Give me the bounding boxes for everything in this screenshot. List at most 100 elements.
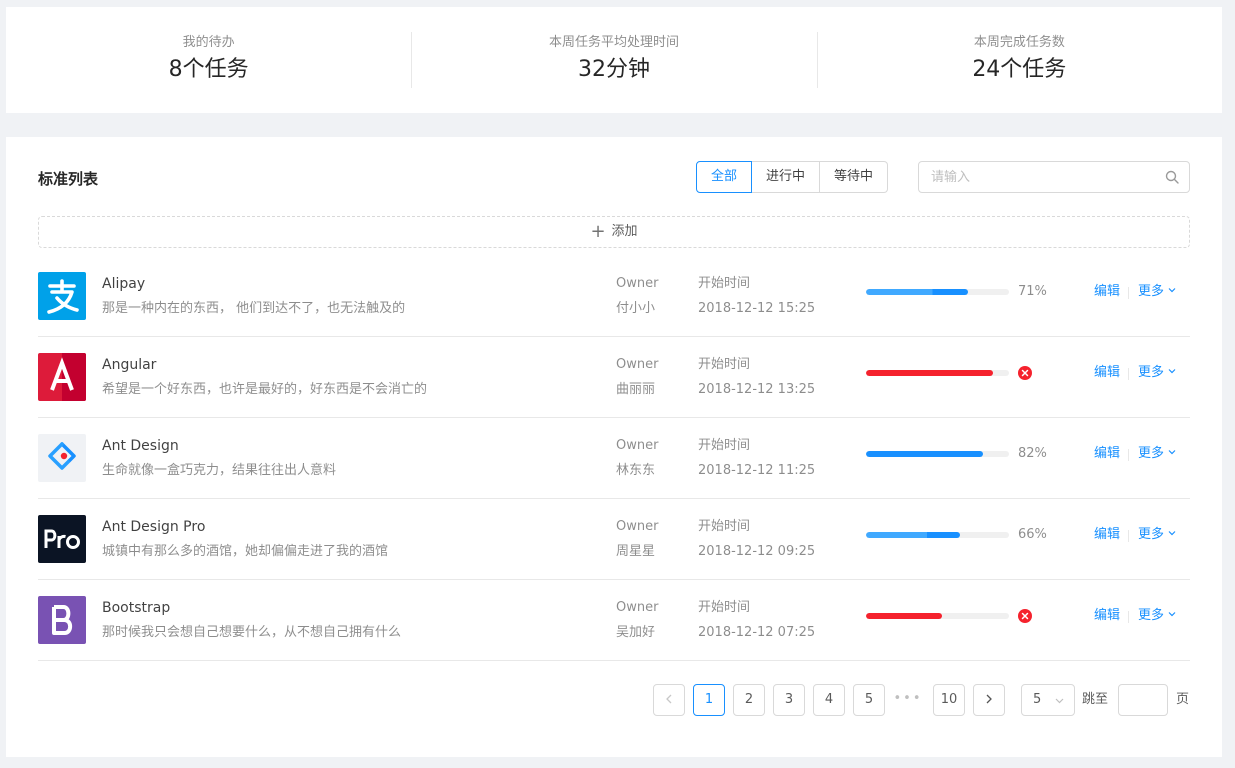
stat-label: 本周完成任务数	[973, 35, 1065, 50]
stat-value: 24个任务	[972, 57, 1067, 82]
ant-design-pro-logo-icon	[38, 515, 86, 563]
list-item: Ant Design Pro 城镇中有那么多的酒馆，她却偏偏走进了我的酒馆 Ow…	[38, 499, 1190, 580]
owner-name: 付小小	[616, 301, 656, 316]
more-label: 更多	[1138, 446, 1165, 461]
filter-in-progress-button[interactable]: 进行中	[752, 161, 821, 193]
item-title[interactable]: Angular	[102, 355, 156, 375]
edit-link[interactable]: 编辑	[1094, 363, 1120, 383]
more-dropdown[interactable]: 更多	[1138, 282, 1176, 302]
start-time-value: 2018-12-12 09:25	[698, 544, 816, 559]
edit-link[interactable]: 编辑	[1094, 282, 1120, 302]
action-divider	[1128, 368, 1129, 380]
progress-fill	[866, 370, 994, 376]
edit-link[interactable]: 编辑	[1094, 444, 1120, 464]
edit-link[interactable]: 编辑	[1094, 606, 1120, 626]
progress-bar	[866, 532, 1009, 538]
start-time-value: 2018-12-12 15:25	[698, 301, 816, 316]
start-time-label: 开始时间	[698, 519, 751, 534]
item-description: 生命就像一盒巧克力，结果往往出人意料	[102, 463, 337, 478]
stat-my-todo: 我的待办 8个任务	[6, 32, 411, 88]
more-label: 更多	[1138, 608, 1165, 623]
more-dropdown[interactable]: 更多	[1138, 444, 1176, 464]
more-label: 更多	[1138, 365, 1165, 380]
page-1-button[interactable]: 1	[693, 684, 725, 716]
action-divider	[1128, 449, 1129, 461]
page-size-value: 5	[1033, 692, 1042, 707]
page-3-button[interactable]: 3	[773, 684, 805, 716]
progress-bar	[866, 289, 1009, 295]
stat-value: 32分钟	[577, 57, 650, 82]
start-time-label: 开始时间	[698, 438, 751, 453]
start-time-label: 开始时间	[698, 600, 751, 615]
owner-name: 吴加好	[616, 625, 656, 640]
page-5-button[interactable]: 5	[853, 684, 885, 716]
chevron-down-icon	[1055, 698, 1064, 704]
item-list: Alipay 那是一种内在的东西， 他们到达不了，也无法触及的 Owner 付小…	[38, 256, 1190, 661]
progress-bar	[866, 370, 1009, 376]
stats-card: 我的待办 8个任务 本周任务平均处理时间 32分钟 本周完成任务数 24个任务	[6, 7, 1222, 113]
owner-name: 曲丽丽	[616, 382, 656, 397]
pagination: 1 2 3 4 5 ••• 10 5 跳至 页	[6, 684, 1222, 716]
page-10-button[interactable]: 10	[933, 684, 965, 716]
progress-fill	[866, 532, 961, 538]
list-item: Bootstrap 那时候我只会想自己想要什么，从不想自己拥有什么 Owner …	[38, 580, 1190, 661]
angular-logo-icon	[38, 353, 86, 401]
search-input[interactable]	[919, 162, 1149, 192]
search-icon[interactable]	[1165, 170, 1179, 184]
owner-label: Owner	[616, 600, 659, 615]
action-divider	[1128, 530, 1129, 542]
error-circle-icon	[1018, 366, 1032, 380]
more-dropdown[interactable]: 更多	[1138, 525, 1176, 545]
progress-percent: 66%	[1018, 527, 1047, 542]
stat-value: 8个任务	[168, 57, 249, 82]
owner-label: Owner	[616, 276, 659, 291]
chevron-left-icon	[666, 694, 672, 704]
search-box	[918, 161, 1190, 193]
start-time-label: 开始时间	[698, 357, 751, 372]
page-2-button[interactable]: 2	[733, 684, 765, 716]
next-page-button[interactable]	[973, 684, 1005, 716]
filter-waiting-button[interactable]: 等待中	[820, 161, 889, 193]
chevron-down-icon	[1168, 369, 1176, 374]
edit-link[interactable]: 编辑	[1094, 525, 1120, 545]
owner-name: 周星星	[616, 544, 656, 559]
ant-design-logo-icon	[38, 434, 86, 482]
item-title[interactable]: Bootstrap	[102, 598, 170, 618]
add-item-button[interactable]: + 添加	[38, 216, 1190, 248]
prev-page-button[interactable]	[653, 684, 685, 716]
stat-label: 本周任务平均处理时间	[548, 35, 679, 50]
stat-completed: 本周完成任务数 24个任务	[816, 32, 1222, 88]
more-dropdown[interactable]: 更多	[1138, 363, 1176, 383]
item-description: 那是一种内在的东西， 他们到达不了，也无法触及的	[102, 301, 406, 316]
owner-name: 林东东	[616, 463, 656, 478]
chevron-down-icon	[1168, 612, 1176, 617]
jump-next-ellipsis[interactable]: •••	[892, 684, 924, 716]
start-time-value: 2018-12-12 13:25	[698, 382, 816, 397]
start-time-value: 2018-12-12 11:25	[698, 463, 816, 478]
chevron-down-icon	[1168, 450, 1176, 455]
list-item: Alipay 那是一种内在的东西， 他们到达不了，也无法触及的 Owner 付小…	[38, 256, 1190, 337]
action-divider	[1128, 287, 1129, 299]
item-title[interactable]: Alipay	[102, 274, 145, 294]
progress-percent: 82%	[1018, 446, 1047, 461]
start-time-label: 开始时间	[698, 276, 751, 291]
list-item: Ant Design 生命就像一盒巧克力，结果往往出人意料 Owner 林东东 …	[38, 418, 1190, 499]
filter-all-button[interactable]: 全部	[696, 161, 753, 193]
chevron-down-icon	[1168, 288, 1176, 293]
owner-label: Owner	[616, 519, 659, 534]
status-filter-group: 全部 进行中 等待中	[696, 161, 889, 193]
jump-to-input[interactable]	[1118, 684, 1168, 716]
owner-label: Owner	[616, 357, 659, 372]
page-suffix-label: 页	[1176, 692, 1190, 707]
item-title[interactable]: Ant Design	[102, 436, 179, 456]
item-description: 那时候我只会想自己想要什么，从不想自己拥有什么	[102, 625, 402, 640]
list-title: 标准列表	[38, 170, 99, 188]
page-size-select[interactable]: 5	[1021, 684, 1075, 716]
page-4-button[interactable]: 4	[813, 684, 845, 716]
item-title[interactable]: Ant Design Pro	[102, 517, 205, 537]
progress-bar	[866, 451, 1009, 457]
more-dropdown[interactable]: 更多	[1138, 606, 1176, 626]
chevron-down-icon	[1168, 531, 1176, 536]
jump-to-label: 跳至	[1082, 692, 1109, 707]
item-description: 希望是一个好东西，也许是最好的，好东西是不会消亡的	[102, 382, 428, 397]
